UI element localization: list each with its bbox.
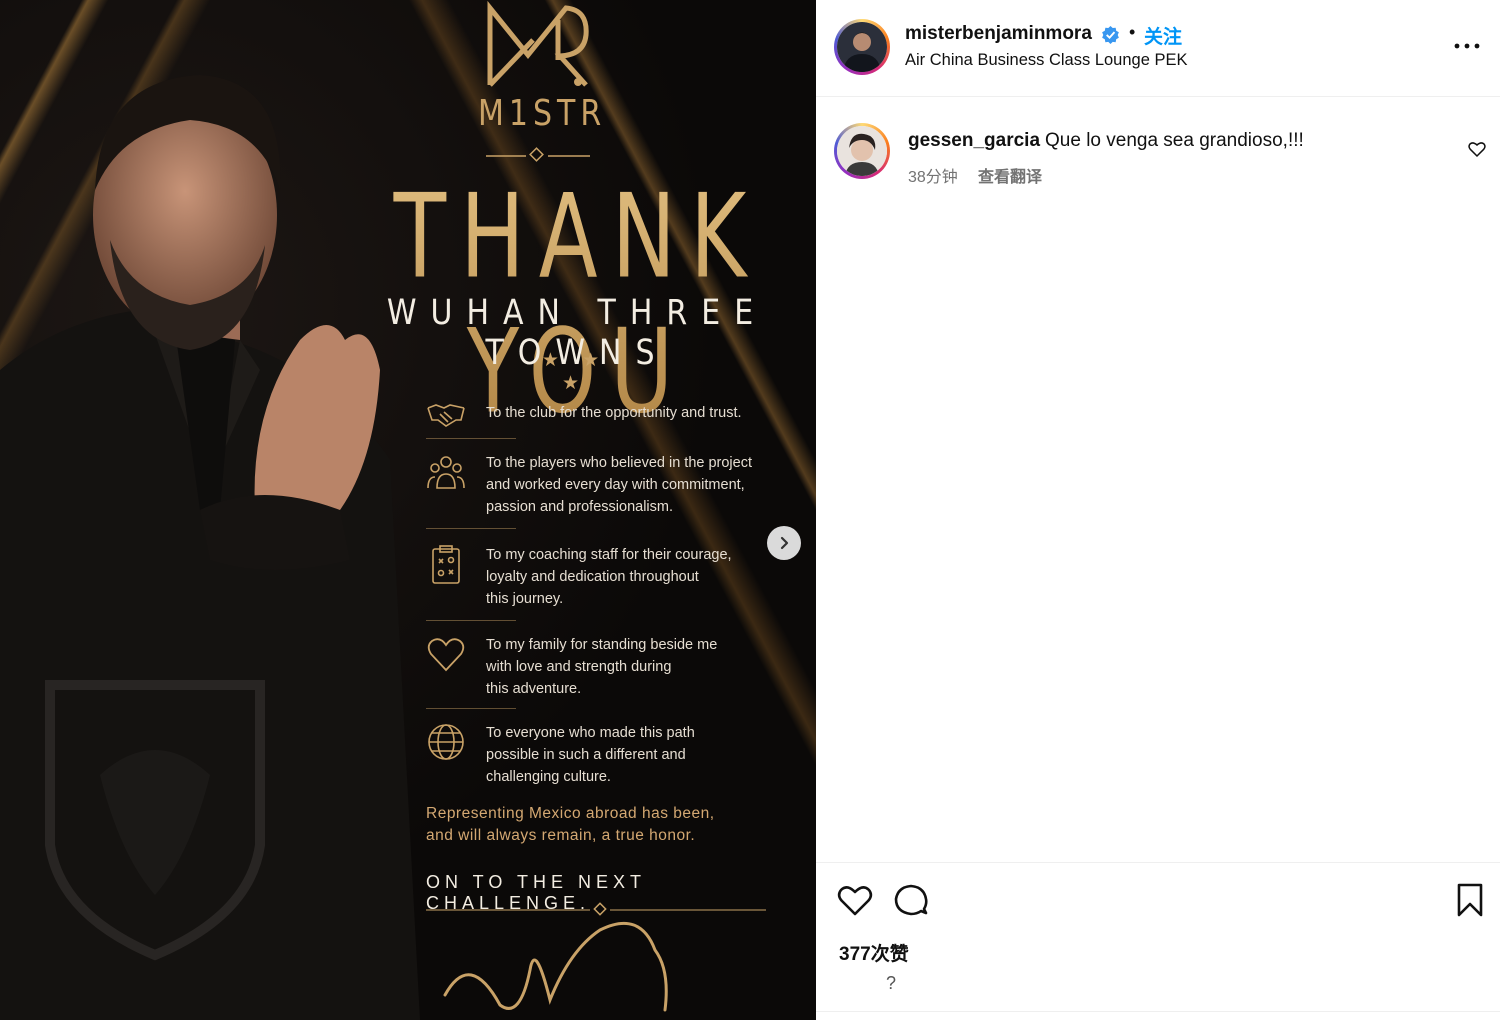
commenter-avatar[interactable] <box>834 123 890 179</box>
list-item: To my family for standing beside me with… <box>426 634 766 697</box>
post-header: misterbenjaminmora • 关注 Air China Busine… <box>816 0 1500 97</box>
club-crest <box>45 680 265 961</box>
separator-dot: • <box>1129 22 1136 42</box>
list-item: To my coaching staff for their courage, … <box>426 544 766 607</box>
comment-text: Que lo venga sea grandioso,!!! <box>1045 130 1304 151</box>
clipboard-tactics-icon <box>432 545 460 584</box>
divider <box>426 620 516 621</box>
post-side-panel: misterbenjaminmora • 关注 Air China Busine… <box>816 0 1500 1020</box>
divider <box>426 708 516 709</box>
message-text: To my family for standing beside me with… <box>486 637 718 697</box>
message-text: To the players who believed in the proje… <box>486 455 752 515</box>
stars-ornament: ★ ★ ★ <box>541 350 609 394</box>
comment-like-heart-icon[interactable] <box>1468 140 1486 158</box>
divider <box>816 1011 1500 1012</box>
partial-text: ? <box>886 973 897 993</box>
chevron-right-icon <box>780 536 789 550</box>
list-item: To the club for the opportunity and trus… <box>426 394 766 434</box>
post-location[interactable]: Air China Business Class Lounge PEK <box>905 51 1187 70</box>
list-item: To everyone who made this path possible … <box>426 722 766 785</box>
comment-item: gessen_garcia Que lo venga sea grandioso… <box>816 110 1500 200</box>
avatar[interactable] <box>834 19 890 75</box>
more-options-icon[interactable] <box>1452 36 1482 56</box>
comment-timestamp: 38分钟 <box>908 169 958 186</box>
bookmark-icon[interactable] <box>1452 882 1488 918</box>
like-count[interactable]: 377次赞 <box>839 939 909 966</box>
message-text: To my coaching staff for their courage, … <box>486 547 732 607</box>
globe-icon <box>428 724 464 760</box>
handshake-icon <box>427 404 465 427</box>
follow-button[interactable]: 关注 <box>1144 22 1182 49</box>
signature <box>443 921 668 1012</box>
avatar-photo <box>837 126 887 176</box>
post-actions-bar: 377次赞 ? <box>816 862 1500 1021</box>
avatar-photo <box>837 22 887 72</box>
message-text: To everyone who made this path possible … <box>486 725 695 785</box>
heart-outline-icon <box>427 638 465 672</box>
honor-statement: Representing Mexico abroad has been, and… <box>426 805 715 844</box>
divider <box>426 438 516 439</box>
comment-bubble-icon[interactable] <box>893 882 929 918</box>
post-author-username[interactable]: misterbenjaminmora <box>905 23 1092 45</box>
verified-badge-icon <box>1102 25 1119 44</box>
post-image: M1STR THANK YOU WUHAN THREE TOWNS ★ ★ ★ … <box>0 0 816 1020</box>
brand-name: M1STR <box>478 92 607 135</box>
message-text: To the club for the opportunity and trus… <box>486 405 742 421</box>
like-heart-icon[interactable] <box>837 882 873 918</box>
carousel-next-button[interactable] <box>767 526 801 560</box>
m1str-logo <box>487 0 589 87</box>
people-group-icon <box>427 456 465 489</box>
see-translation-link[interactable]: 查看翻译 <box>978 163 1042 187</box>
commenter-username[interactable]: gessen_garcia <box>908 130 1040 152</box>
ornament-divider <box>486 147 590 162</box>
list-item: To the players who believed in the proje… <box>426 452 766 515</box>
divider <box>426 528 516 529</box>
